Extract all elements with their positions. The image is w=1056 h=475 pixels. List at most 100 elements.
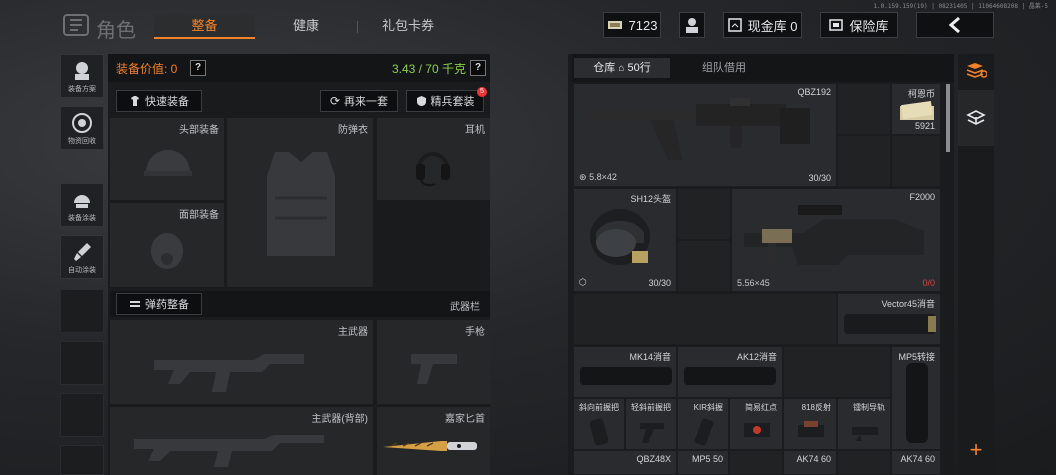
elite-label: 精兵套装 [430,96,475,108]
item-kohn-coin[interactable]: 柯恩币 5921 [891,83,941,135]
headset-slot[interactable]: 耳机 [377,118,490,200]
ammo-loadout-button[interactable]: 弹药整备 [116,293,202,315]
stash-filter-button[interactable] [958,90,994,146]
sort-button[interactable] [958,56,994,84]
sidebar-item-paint[interactable]: 装备涂装 [60,183,104,227]
slot-label: 面部装备 [179,210,219,221]
headset-icon [416,152,450,187]
item-818-reflex[interactable]: 818反射 [783,398,837,450]
tab-team-borrow[interactable]: 组队借用 [676,58,772,78]
brush-icon [74,243,91,261]
sidebar-item-label: 装备涂装 [68,215,96,222]
inventory-scrollbar[interactable] [946,84,950,152]
empty-cell[interactable] [677,240,731,292]
reflex-sight-icon [798,421,824,437]
red-dot-sight-icon [744,423,770,437]
redo-loadout-button[interactable]: ⟳ 再来一套 [320,90,398,112]
sidebar-empty-slot [60,341,104,385]
item-mp5-adapter[interactable]: MP5转接 [891,346,941,450]
cash-vault-button[interactable]: 现金库 0 [723,12,802,38]
item-qbz48x[interactable]: QBZ48X [573,450,677,475]
item-count: 0/0 [922,278,935,288]
tab-separator [357,21,358,33]
insurance-vault-button[interactable]: 保险库 [820,12,898,38]
warehouse-count: 50行 [627,62,651,74]
item-ak74-mag[interactable]: AK74 60 [891,450,941,475]
shield-icon [416,96,426,106]
grip-icon [640,423,664,443]
sidebar-item-recycle[interactable]: 物资回收 [60,106,104,150]
ammo-icon: ⊛ [579,172,587,182]
empty-cell[interactable] [677,188,731,240]
rifle-silhouette-icon [134,435,324,467]
primary-weapon-slot[interactable]: 主武器 [110,320,373,404]
sidebar-item-label: 自动涂装 [68,267,96,274]
item-name: AK74 60 [900,454,935,464]
item-count: 30/30 [648,278,671,288]
sidebar-item-loadout[interactable]: 装备方案 [60,54,104,98]
slot-label: 主武器 [338,327,368,338]
item-ak12-suppressor[interactable]: AK12消音 [677,346,783,398]
empty-cell[interactable] [783,346,891,398]
grip-icon [589,418,609,446]
box-icon: ⬡ [579,277,587,287]
empty-cell[interactable] [837,450,891,475]
tab-health[interactable]: 健康 [270,15,342,37]
quick-equip-label: 快速装备 [145,96,189,108]
empty-cell[interactable] [837,135,891,187]
item-mp5-mag[interactable]: MP5 50 [677,450,729,475]
item-name: Vector45消音 [881,299,935,309]
item-angled-grip[interactable]: 斜向前握把 [573,398,625,450]
item-qbz192[interactable]: QBZ192 ⊛ 5.8×42 30/30 [573,83,837,187]
body-armor-slot[interactable]: 防弹衣 [227,118,373,287]
item-name: 818反射 [801,403,831,412]
item-simple-red-dot[interactable]: 简易红点 [729,398,783,450]
item-name: KIR斜握 [693,403,723,412]
item-sh12-helmet[interactable]: SH12头盔 ⬡ 30/30 [573,188,677,292]
equipment-value: 装备价值: 0 [116,62,178,76]
sidebar-empty-slot [60,393,104,437]
pistol-slot[interactable]: 手枪 [377,320,490,404]
quick-equip-button[interactable]: 快速装备 [116,90,202,112]
knife-slot[interactable]: 嘉家匕首 [377,407,490,475]
knife-icon [383,441,477,451]
item-f2000[interactable]: F2000 5.56×45 0/0 [731,188,941,292]
currency-display[interactable]: 7123 [603,12,661,38]
redo-label: 再来一套 [344,96,389,108]
back-button[interactable] [916,12,994,38]
item-name: 柯恩币 [907,89,935,99]
empty-cell[interactable] [891,135,941,187]
item-vector45-suppressor[interactable]: Vector45消音 [837,293,941,345]
add-button[interactable]: + [958,436,994,464]
rifle-f2000-icon [744,205,924,265]
item-kir-grip[interactable]: KIR斜握 [677,398,729,450]
tab-gift-cards[interactable]: 礼包卡券 [372,15,444,37]
empty-cell[interactable] [729,450,783,475]
page-title: 角色 [96,20,136,42]
item-light-angled-grip[interactable]: 轻斜前握把 [625,398,677,450]
layers-refresh-icon [966,63,987,78]
trader-button[interactable] [679,12,705,38]
empty-cell[interactable] [573,293,837,345]
empty-cell[interactable] [837,83,891,135]
item-name: 斜向前握把 [579,403,619,412]
head-gear-slot[interactable]: 头部装备 [110,118,224,200]
top-bar: 角色 整备 健康 礼包卡券 7123 现金库 0 保险库 [0,8,1056,42]
item-ak74-mag[interactable]: AK74 60 [783,450,837,475]
cash-stack-icon [900,100,934,120]
slot-label: 手枪 [465,327,485,338]
help-icon[interactable]: ? [470,60,486,76]
item-rail-guide[interactable]: 镭制导轨 [837,398,891,450]
item-mk14-suppressor[interactable]: MK14消音 [573,346,677,398]
insurance-vault-label: 保险库 [849,18,889,34]
currency-amount: 7123 [628,17,658,33]
elite-set-button[interactable]: 精兵套装 5 [406,87,487,112]
tab-warehouse[interactable]: 仓库 ⌂ 50行 [574,58,670,78]
face-gear-slot[interactable]: 面部装备 [110,203,224,287]
tab-loadout[interactable]: 整备 [154,15,255,39]
help-icon[interactable]: ? [190,60,206,76]
sidebar-item-auto-paint[interactable]: 自动涂装 [60,235,104,279]
suppressor-icon [580,367,672,385]
item-count: 5921 [914,121,935,131]
back-weapon-slot[interactable]: 主武器(背部) [110,407,373,475]
